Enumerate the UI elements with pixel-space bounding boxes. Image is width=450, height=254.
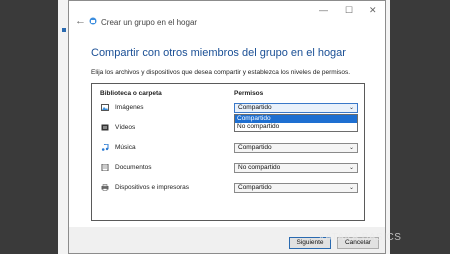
permission-dropdown-list: Compartido No compartido xyxy=(234,114,358,132)
chevron-down-icon: ⌄ xyxy=(348,185,354,191)
maximize-button[interactable]: ☐ xyxy=(345,5,353,15)
background-window-marker xyxy=(62,28,66,32)
watermark: XATAKA BASICS xyxy=(318,232,402,243)
row-label-videos: Vídeos xyxy=(115,124,136,131)
documents-icon xyxy=(101,164,109,171)
close-button[interactable]: ✕ xyxy=(369,5,377,15)
documents-permission-select[interactable]: No compartido ⌄ xyxy=(234,163,358,173)
sharing-panel: Biblioteca o carpeta Permisos Imágenes C… xyxy=(91,83,365,221)
chevron-down-icon: ⌄ xyxy=(348,145,354,151)
permissions-column-header: Permisos xyxy=(234,90,264,97)
row-label-music: Música xyxy=(115,144,136,151)
instruction-text: Elija los archivos y dispositivos que de… xyxy=(91,69,351,76)
homegroup-dialog: ← Crear un grupo en el hogar — ☐ ✕ Compa… xyxy=(68,0,386,254)
back-arrow-icon[interactable]: ← xyxy=(75,16,86,27)
row-label-documents: Documentos xyxy=(115,164,152,171)
title-bar: ← Crear un grupo en el hogar — ☐ ✕ xyxy=(69,1,385,37)
library-column-header: Biblioteca o carpeta xyxy=(100,90,162,97)
window-title: Crear un grupo en el hogar xyxy=(101,18,198,27)
minimize-button[interactable]: — xyxy=(319,5,328,15)
music-icon xyxy=(101,144,109,151)
devices-permission-value: Compartido xyxy=(238,184,272,191)
devices-permission-select[interactable]: Compartido ⌄ xyxy=(234,183,358,193)
row-label-devices-printers: Dispositivos e impresoras xyxy=(115,184,190,191)
documents-permission-value: No compartido xyxy=(238,164,281,171)
images-permission-select[interactable]: Compartido ⌄ xyxy=(234,103,358,113)
printer-icon xyxy=(101,184,109,191)
homegroup-icon xyxy=(89,17,97,25)
images-permission-value: Compartido xyxy=(238,104,272,111)
music-permission-select[interactable]: Compartido ⌄ xyxy=(234,143,358,153)
pictures-icon xyxy=(101,104,109,111)
page-heading: Compartir con otros miembros del grupo e… xyxy=(91,47,346,59)
option-not-shared[interactable]: No compartido xyxy=(235,123,357,131)
option-shared[interactable]: Compartido xyxy=(235,115,357,123)
music-permission-value: Compartido xyxy=(238,144,272,151)
chevron-down-icon: ⌄ xyxy=(348,105,354,111)
videos-icon xyxy=(101,124,109,131)
row-label-images: Imágenes xyxy=(115,104,144,111)
chevron-down-icon: ⌄ xyxy=(348,165,354,171)
